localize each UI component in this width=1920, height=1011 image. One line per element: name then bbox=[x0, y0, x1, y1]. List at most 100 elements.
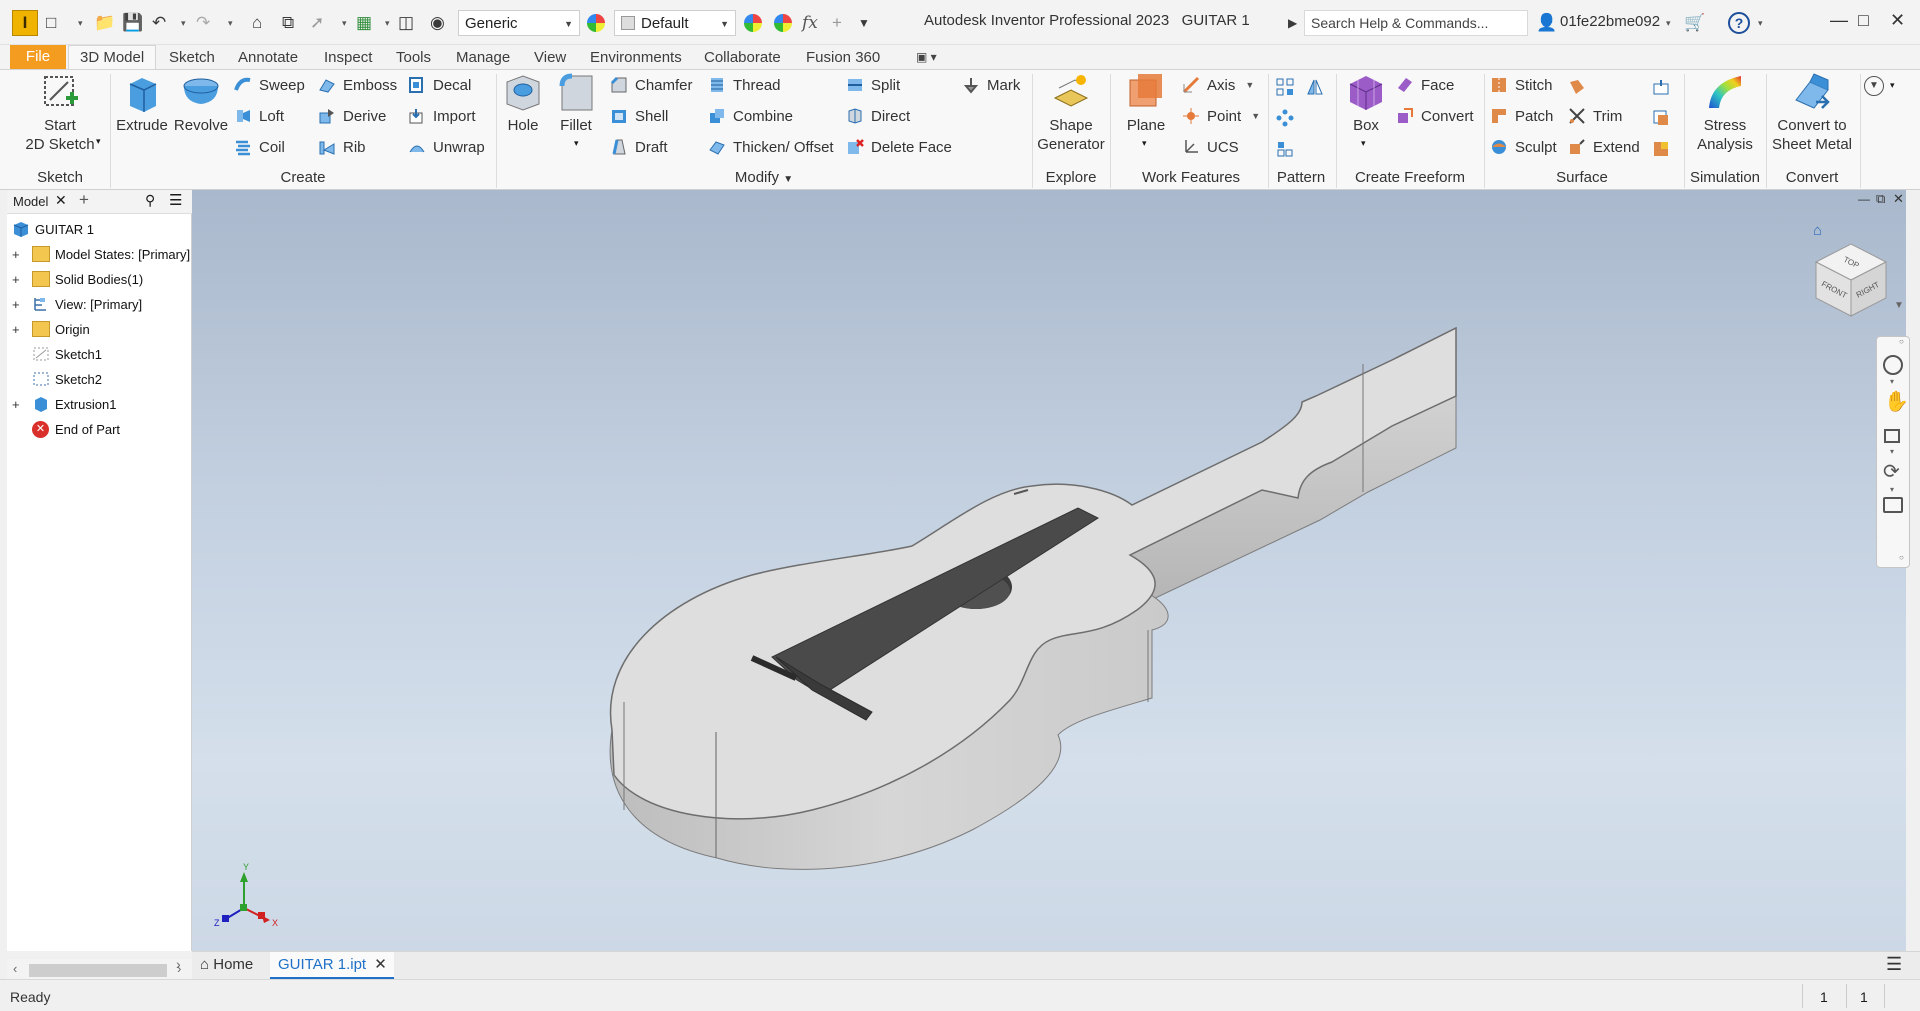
adjust-icon[interactable]: ◫ bbox=[398, 12, 414, 34]
appearance-dropdown[interactable]: Default ▼ bbox=[614, 10, 736, 36]
fillet-button[interactable]: Fillet bbox=[552, 72, 600, 135]
customize-icon[interactable]: ▼ bbox=[858, 12, 870, 34]
return-icon[interactable]: ⧉ bbox=[282, 12, 294, 34]
combine-button[interactable]: Combine bbox=[708, 103, 793, 129]
thicken-offset-button[interactable]: Thicken/ Offset bbox=[708, 134, 834, 160]
sketch-pattern-icon[interactable] bbox=[1276, 140, 1294, 158]
shell-button[interactable]: Shell bbox=[610, 103, 668, 129]
home-icon[interactable]: ⌂ bbox=[252, 12, 262, 34]
ucs-button[interactable]: UCS bbox=[1182, 134, 1239, 160]
delete-face-button[interactable]: Delete Face bbox=[846, 134, 952, 160]
update-icon[interactable]: ▦ bbox=[356, 12, 372, 34]
split-button[interactable]: Split bbox=[846, 72, 900, 98]
stress-analysis-button[interactable]: Stress Analysis bbox=[1688, 72, 1762, 154]
expand-arrow-icon[interactable]: ▶ bbox=[1288, 12, 1297, 34]
viewport-restore-icon[interactable]: ⧉ bbox=[1876, 191, 1885, 207]
direct-button[interactable]: Direct bbox=[846, 103, 910, 129]
tree-node-origin[interactable]: + Origin bbox=[7, 318, 192, 340]
expand-icon[interactable]: + bbox=[12, 272, 22, 287]
ruled-surface-icon[interactable] bbox=[1568, 78, 1586, 96]
viewport-minimize-icon[interactable]: — bbox=[1858, 192, 1870, 206]
plus-icon[interactable]: + bbox=[832, 12, 842, 34]
browser-add-icon[interactable]: + bbox=[79, 190, 89, 210]
tree-node-extrusion1[interactable]: + Extrusion1 bbox=[7, 393, 192, 415]
steering-wheel-icon[interactable] bbox=[1883, 355, 1903, 375]
user-name[interactable]: 01fe22bme092 bbox=[1560, 13, 1660, 30]
home-tab[interactable]: ⌂ Home bbox=[200, 956, 253, 973]
expand-icon[interactable]: + bbox=[12, 247, 22, 262]
viewcube-menu-icon[interactable]: ▼ bbox=[1894, 300, 1904, 311]
repair-bodies-icon[interactable] bbox=[1652, 109, 1670, 127]
rib-button[interactable]: Rib bbox=[318, 134, 366, 160]
clear-appearance-icon[interactable] bbox=[772, 12, 794, 34]
new-file-icon[interactable]: □ bbox=[46, 12, 56, 34]
navbar-options-icon[interactable]: ○ bbox=[1899, 553, 1904, 562]
extend-button[interactable]: Extend bbox=[1568, 134, 1640, 160]
document-tab-guitar[interactable]: GUITAR 1.ipt ✕ bbox=[270, 952, 394, 979]
extrude-button[interactable]: Extrude bbox=[114, 72, 170, 135]
undo-icon[interactable]: ↶ bbox=[152, 12, 166, 34]
viewcube[interactable]: TOP FRONT RIGHT bbox=[1806, 234, 1896, 324]
expand-icon[interactable]: + bbox=[12, 397, 22, 412]
tab-view[interactable]: View bbox=[534, 47, 566, 69]
unwrap-button[interactable]: Unwrap bbox=[408, 134, 485, 160]
expand-icon[interactable]: + bbox=[12, 297, 22, 312]
tab-sketch[interactable]: Sketch bbox=[169, 47, 215, 69]
cart-icon[interactable]: 🛒 bbox=[1684, 12, 1705, 34]
emboss-button[interactable]: Emboss bbox=[318, 72, 397, 98]
browser-menu-icon[interactable]: ☰ bbox=[169, 191, 182, 209]
rectangular-pattern-icon[interactable] bbox=[1276, 78, 1294, 96]
help-icon[interactable]: ? bbox=[1728, 12, 1750, 34]
ribbon-options-icon[interactable]: ▼ bbox=[1864, 76, 1884, 96]
sweep-button[interactable]: Sweep bbox=[234, 72, 305, 98]
material-dropdown[interactable]: Generic ▼ bbox=[458, 10, 580, 36]
coil-button[interactable]: Coil bbox=[234, 134, 285, 160]
thread-button[interactable]: Thread bbox=[708, 72, 781, 98]
ribbon-display-icon[interactable]: ▣ ▾ bbox=[916, 50, 937, 64]
tree-node-model-states[interactable]: + Model States: [Primary] bbox=[7, 243, 192, 265]
start-2d-sketch-button[interactable]: Start 2D Sketch bbox=[20, 72, 100, 154]
parameters-fx-icon[interactable]: fx bbox=[802, 12, 818, 34]
mirror-icon[interactable] bbox=[1306, 78, 1324, 96]
axis-button[interactable]: Axis ▼ bbox=[1182, 72, 1254, 98]
stitch-button[interactable]: Stitch bbox=[1490, 72, 1553, 98]
panel-title-modify[interactable]: Modify ▼ bbox=[500, 169, 1028, 189]
graphics-window[interactable]: ⌂ TOP FRONT RIGHT ▼ — ⧉ ✕ Y X Z bbox=[192, 190, 1906, 951]
adjust-appearance-icon[interactable] bbox=[742, 12, 764, 34]
guitar-3d-model[interactable] bbox=[192, 190, 1906, 951]
draft-button[interactable]: Draft bbox=[610, 134, 668, 160]
tab-collaborate[interactable]: Collaborate bbox=[704, 47, 781, 69]
tab-annotate[interactable]: Annotate bbox=[238, 47, 298, 69]
derive-button[interactable]: Derive bbox=[318, 103, 386, 129]
tree-node-solid-bodies[interactable]: + Solid Bodies(1) bbox=[7, 268, 192, 290]
open-folder-icon[interactable]: 📁 bbox=[94, 12, 115, 34]
browser-tab-model[interactable]: Model bbox=[13, 194, 48, 209]
zoom-icon[interactable] bbox=[1884, 429, 1900, 443]
freeform-face-button[interactable]: Face bbox=[1396, 72, 1454, 98]
loft-button[interactable]: Loft bbox=[234, 103, 284, 129]
circular-pattern-icon[interactable] bbox=[1276, 109, 1294, 127]
revolve-button[interactable]: Revolve bbox=[172, 72, 230, 135]
appearance-icon[interactable] bbox=[585, 12, 607, 34]
box-button[interactable]: Box bbox=[1340, 72, 1392, 135]
tree-node-end-of-part[interactable]: ✕ End of Part bbox=[7, 418, 192, 440]
tab-tools[interactable]: Tools bbox=[396, 47, 431, 69]
close-icon[interactable]: ✕ bbox=[1890, 10, 1905, 31]
replace-face-icon[interactable] bbox=[1652, 78, 1670, 96]
shape-generator-button[interactable]: Shape Generator bbox=[1036, 72, 1106, 154]
fit-mesh-face-icon[interactable] bbox=[1652, 140, 1670, 158]
point-button[interactable]: Point ▼ bbox=[1182, 103, 1260, 129]
expand-icon[interactable]: + bbox=[12, 322, 22, 337]
tab-fusion-360[interactable]: Fusion 360 bbox=[806, 47, 880, 69]
redo-icon[interactable]: ↷ bbox=[196, 12, 210, 34]
scroll-tabs-icon[interactable]: › bbox=[176, 956, 181, 972]
trim-button[interactable]: Trim bbox=[1568, 103, 1622, 129]
tab-environments[interactable]: Environments bbox=[590, 47, 682, 69]
document-tab-close-icon[interactable]: ✕ bbox=[374, 956, 387, 973]
browser-close-icon[interactable]: ✕ bbox=[55, 192, 67, 209]
sculpt-button[interactable]: Sculpt bbox=[1490, 134, 1557, 160]
freeform-convert-button[interactable]: Convert bbox=[1396, 103, 1474, 129]
material-icon[interactable]: ◉ bbox=[430, 12, 445, 34]
scroll-left-icon[interactable]: ‹ bbox=[13, 961, 17, 976]
patch-button[interactable]: Patch bbox=[1490, 103, 1553, 129]
